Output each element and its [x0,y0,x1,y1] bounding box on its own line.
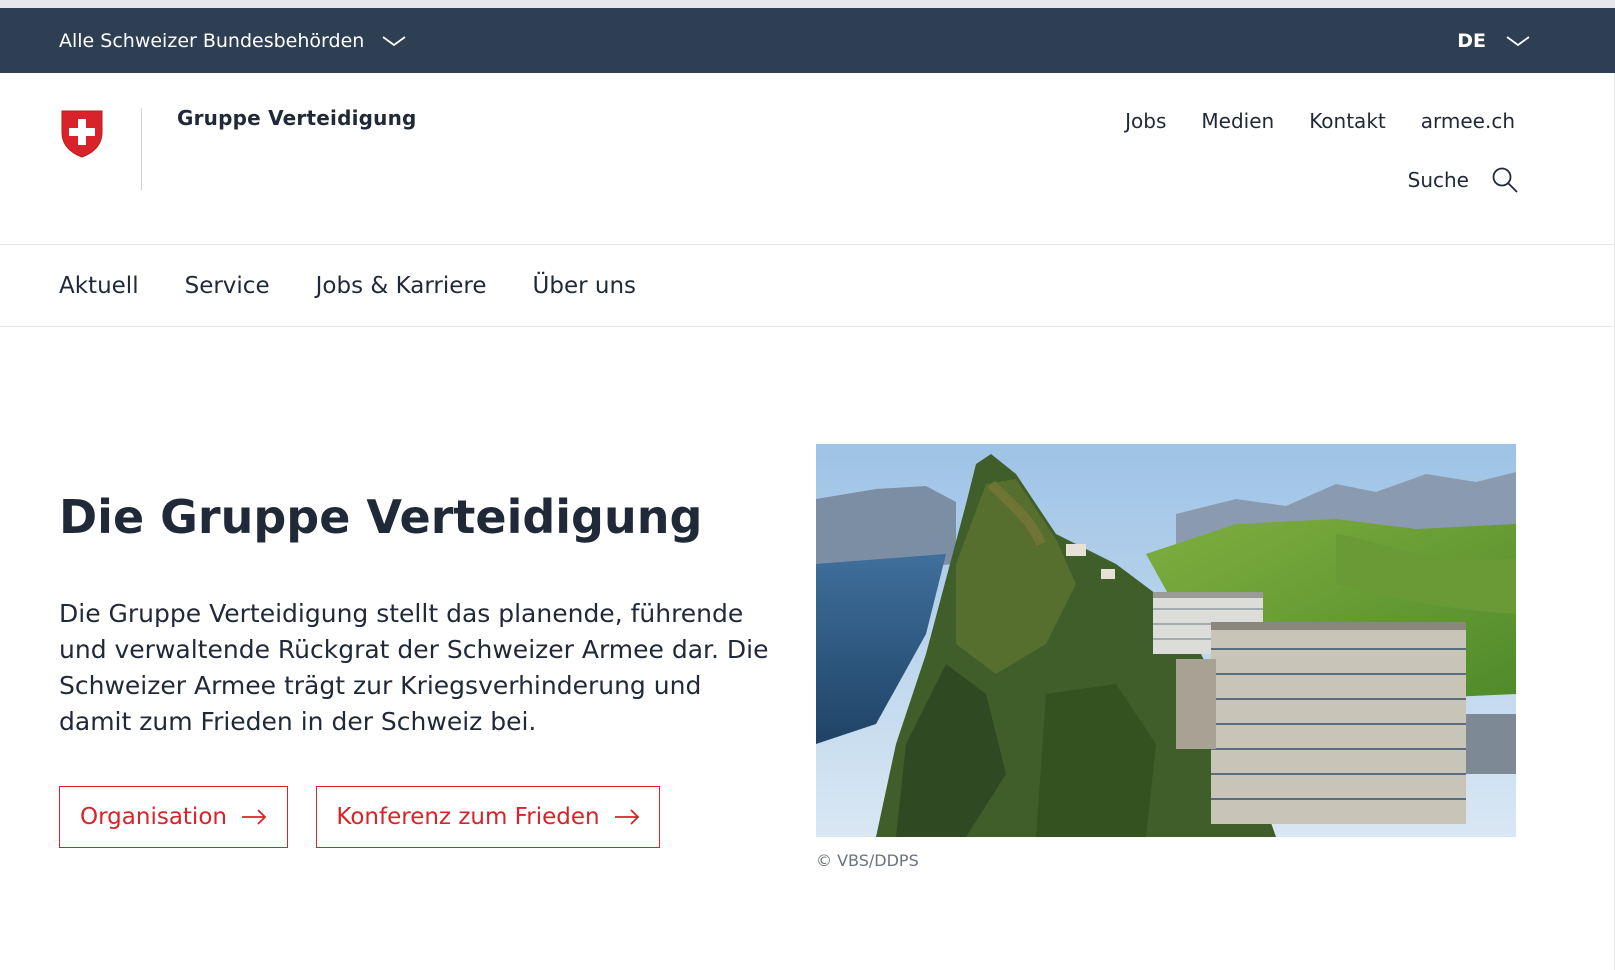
peace-conference-button[interactable]: Konferenz zum Frieden [316,786,660,848]
main-navigation: Aktuell Service Jobs & Karriere Über uns [0,245,1615,327]
arrow-right-icon [614,809,639,825]
nav-item-jobs-karriere[interactable]: Jobs & Karriere [316,273,487,299]
search-button[interactable]: Suche [1408,166,1519,194]
meta-link-medien[interactable]: Medien [1201,109,1274,133]
page-edge-shadow [1614,73,1615,970]
browser-chrome-strip [0,0,1615,8]
language-selector[interactable]: DE [1457,8,1530,73]
meta-link-kontakt[interactable]: Kontakt [1309,109,1386,133]
federal-topbar: Alle Schweizer Bundesbehörden DE [0,8,1615,73]
search-icon [1492,167,1518,193]
logo-divider [141,108,142,190]
peace-conference-button-label: Konferenz zum Frieden [336,804,600,830]
chevron-down-icon [1506,35,1530,46]
nav-item-aktuell[interactable]: Aktuell [59,273,139,299]
swiss-coat-of-arms-logo[interactable] [60,109,104,159]
meta-link-armee[interactable]: armee.ch [1421,109,1515,133]
meta-link-jobs[interactable]: Jobs [1125,109,1166,133]
org-name[interactable]: Gruppe Verteidigung [177,106,417,130]
organisation-button[interactable]: Organisation [59,786,288,848]
organisation-button-label: Organisation [80,804,227,830]
nav-item-service[interactable]: Service [185,273,270,299]
all-authorities-label: Alle Schweizer Bundesbehörden [59,29,365,52]
page-title: Die Gruppe Verteidigung [59,490,703,544]
language-label: DE [1457,29,1486,52]
all-authorities-dropdown[interactable]: Alle Schweizer Bundesbehörden [59,8,406,73]
hero-image [816,444,1516,837]
site-header: Gruppe Verteidigung Jobs Medien Kontakt … [0,73,1615,245]
image-caption: © VBS/DDPS [816,851,919,870]
hero-description: Die Gruppe Verteidigung stellt das plane… [59,599,769,736]
nav-item-ueber-uns[interactable]: Über uns [533,273,637,299]
arrow-right-icon [241,809,267,825]
meta-navigation: Jobs Medien Kontakt armee.ch [1125,109,1515,133]
search-label: Suche [1407,168,1469,192]
chevron-down-icon [382,35,406,46]
